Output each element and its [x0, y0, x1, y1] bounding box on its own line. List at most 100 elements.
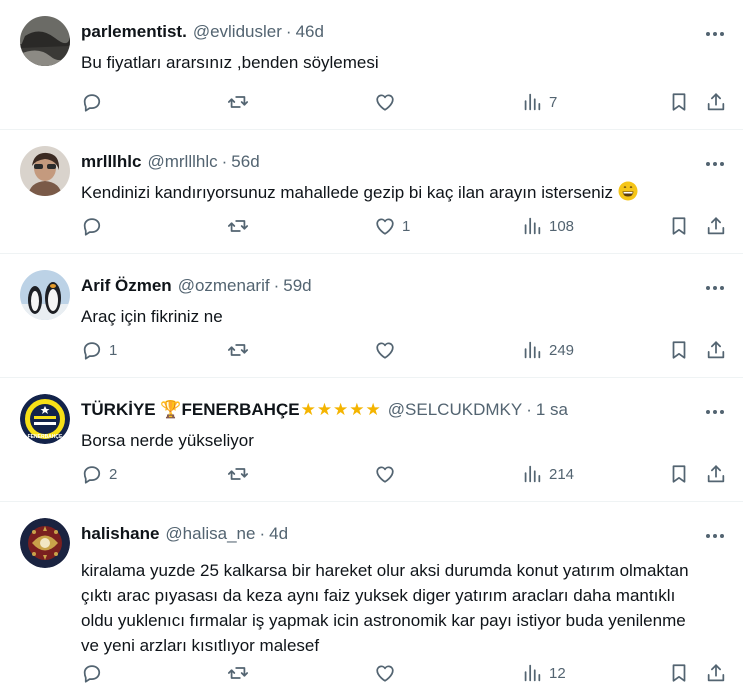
name-stars: ★★★★★	[300, 400, 382, 419]
share-icon	[707, 93, 725, 111]
display-name[interactable]: TÜRKİYE 🏆FENERBAHÇE★★★★★	[81, 392, 382, 428]
like-button[interactable]: 1	[374, 211, 410, 241]
bookmark-icon	[672, 664, 686, 682]
retweet-button[interactable]	[227, 335, 255, 365]
share-button[interactable]	[705, 335, 727, 365]
action-bar: 7	[81, 87, 727, 117]
bookmark-button[interactable]	[668, 211, 690, 241]
like-icon	[376, 466, 394, 483]
separator-dot: ·	[285, 22, 292, 41]
like-button[interactable]	[374, 87, 402, 117]
separator-dot: ·	[526, 400, 532, 419]
more-icon[interactable]	[703, 154, 727, 174]
reply-icon	[83, 665, 101, 683]
more-icon[interactable]	[703, 278, 727, 298]
share-button[interactable]	[705, 459, 727, 489]
views-icon	[524, 93, 541, 111]
timestamp[interactable]: 46d	[296, 14, 324, 50]
timestamp[interactable]: 1 sa	[536, 392, 568, 428]
more-icon[interactable]	[703, 526, 727, 546]
like-icon	[376, 94, 394, 111]
tweet[interactable]: FENERBAHÇE TÜRKİYE 🏆FENERBAHÇE★★★★★ @SEL…	[0, 378, 743, 502]
username[interactable]: @halisa_ne	[165, 516, 255, 552]
tweet-content: halishane @halisa_ne · 4d kiralama yuzde…	[81, 516, 727, 658]
retweet-button[interactable]	[227, 87, 255, 117]
bookmark-button[interactable]	[668, 658, 690, 688]
action-bar: 2 214	[81, 459, 727, 489]
username[interactable]: @mrlllhlc	[147, 144, 217, 180]
svg-text:FENERBAHÇE: FENERBAHÇE	[28, 434, 63, 440]
tweet-content: Arif Özmen @ozmenarif · 59d Araç için fi…	[81, 268, 727, 329]
timestamp[interactable]: 59d	[283, 268, 311, 304]
tweet[interactable]: Arif Özmen @ozmenarif · 59d Araç için fi…	[0, 254, 743, 378]
bookmark-button[interactable]	[668, 87, 690, 117]
reply-button[interactable]: 1	[81, 335, 117, 365]
tweet-text-wrap: Kendinizi kandırıyorsunuz mahallede gezi…	[81, 180, 727, 205]
retweet-button[interactable]	[227, 211, 255, 241]
tweet-content: TÜRKİYE 🏆FENERBAHÇE★★★★★ @SELCUKDMKY · 1…	[81, 392, 727, 453]
retweet-icon	[227, 96, 249, 108]
views-button[interactable]: 7	[521, 87, 557, 117]
username[interactable]: @SELCUKDMKY	[388, 392, 522, 428]
tweet[interactable]: parlementist. @evlidusler · 46d Bu fiyat…	[0, 0, 743, 130]
view-count: 12	[549, 664, 566, 682]
more-icon[interactable]	[703, 402, 727, 422]
avatar[interactable]	[20, 146, 70, 196]
like-icon	[376, 218, 394, 235]
avatar[interactable]	[20, 270, 70, 320]
timestamp[interactable]: 4d	[269, 516, 288, 552]
username[interactable]: @evlidusler	[193, 14, 282, 50]
share-icon	[707, 217, 725, 235]
reply-icon	[83, 94, 101, 112]
like-button[interactable]	[374, 459, 402, 489]
separator-dot: ·	[221, 152, 228, 171]
reply-button[interactable]: 2	[81, 459, 117, 489]
share-button[interactable]	[705, 658, 727, 688]
avatar[interactable]	[20, 518, 70, 568]
avatar[interactable]: FENERBAHÇE	[20, 394, 70, 444]
tweet-text: Kendinizi kandırıyorsunuz mahallede gezi…	[81, 183, 614, 202]
like-icon	[376, 665, 394, 682]
retweet-icon	[227, 344, 249, 356]
avatar[interactable]	[20, 16, 70, 66]
tweet-header: TÜRKİYE 🏆FENERBAHÇE★★★★★ @SELCUKDMKY · 1…	[81, 392, 727, 428]
tweet-content: parlementist. @evlidusler · 46d Bu fiyat…	[81, 14, 727, 75]
views-icon	[524, 664, 541, 682]
like-button[interactable]	[374, 335, 402, 365]
display-name[interactable]: Arif Özmen	[81, 268, 172, 304]
like-button[interactable]	[374, 658, 402, 688]
display-name[interactable]: halishane	[81, 516, 159, 552]
tweet[interactable]: mrlllhlc @mrlllhlc · 56d Kendinizi kandı…	[0, 130, 743, 254]
tweet-header: parlementist. @evlidusler · 46d	[81, 14, 727, 50]
bookmark-icon	[672, 217, 686, 235]
retweet-button[interactable]	[227, 459, 255, 489]
bookmark-button[interactable]	[668, 459, 690, 489]
share-button[interactable]	[705, 211, 727, 241]
tweet-feed: parlementist. @evlidusler · 46d Bu fiyat…	[0, 0, 743, 700]
separator-dot: ·	[273, 276, 280, 295]
username[interactable]: @ozmenarif	[178, 268, 270, 304]
more-icon[interactable]	[703, 24, 727, 44]
views-button[interactable]: 108	[521, 211, 574, 241]
reply-icon	[83, 342, 101, 360]
views-icon	[524, 465, 541, 483]
reply-button[interactable]	[81, 87, 109, 117]
views-button[interactable]: 214	[521, 459, 574, 489]
tweet[interactable]: halishane @halisa_ne · 4d kiralama yuzde…	[0, 502, 743, 700]
reply-count: 2	[109, 465, 118, 483]
reply-icon	[83, 466, 101, 484]
share-button[interactable]	[705, 87, 727, 117]
bookmark-button[interactable]	[668, 335, 690, 365]
retweet-button[interactable]	[227, 658, 255, 688]
timestamp[interactable]: 56d	[231, 144, 259, 180]
tweet-content: mrlllhlc @mrlllhlc · 56d Kendinizi kandı…	[81, 144, 727, 205]
action-bar: 12	[81, 658, 727, 688]
reply-button[interactable]	[81, 211, 109, 241]
views-button[interactable]: 12	[521, 658, 566, 688]
display-name[interactable]: parlementist.	[81, 14, 187, 50]
display-name[interactable]: mrlllhlc	[81, 144, 141, 180]
separator-dot: ·	[259, 524, 266, 543]
views-button[interactable]: 249	[521, 335, 574, 365]
like-icon	[376, 342, 394, 359]
reply-button[interactable]	[81, 658, 109, 688]
